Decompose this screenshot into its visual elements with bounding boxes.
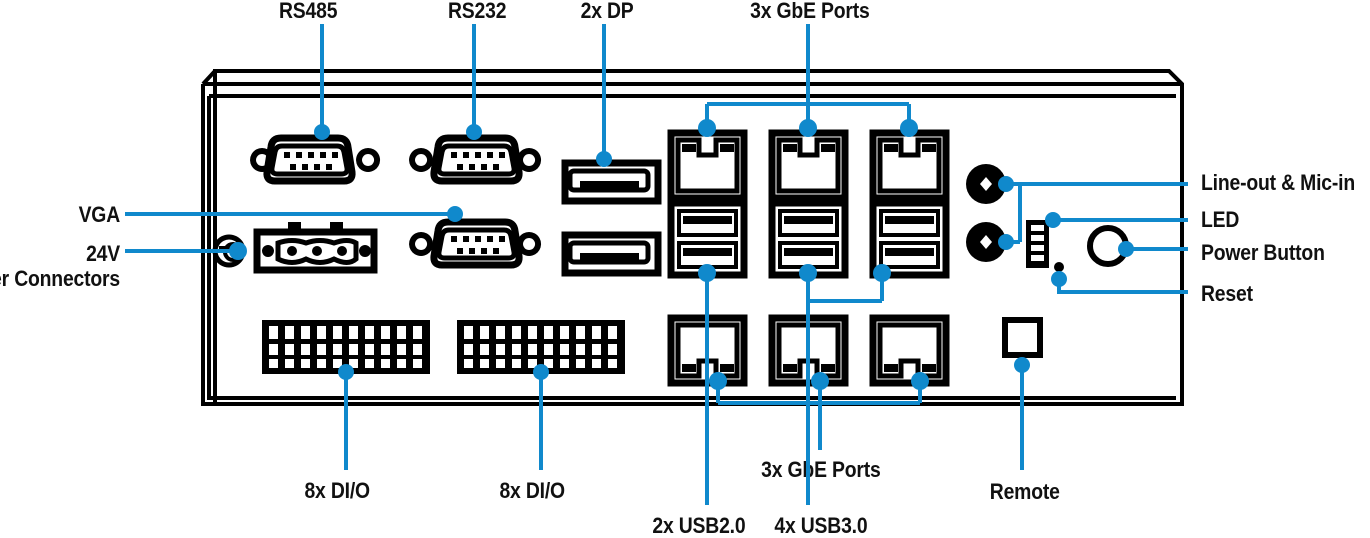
led-indicator-strip xyxy=(1026,220,1049,268)
leader-reset xyxy=(1051,271,1188,294)
leader-remote xyxy=(1014,357,1030,470)
leader-vga xyxy=(125,206,463,222)
port-rs232[interactable] xyxy=(409,134,542,185)
port-displayport-2[interactable] xyxy=(561,231,662,277)
leader-gbe-top xyxy=(698,24,918,137)
port-vga[interactable] xyxy=(409,218,542,269)
reset-pinhole[interactable] xyxy=(1054,262,1064,272)
leader-dio-left xyxy=(338,364,354,470)
port-displayport-1[interactable] xyxy=(561,159,662,205)
leader-led xyxy=(1045,212,1188,228)
port-rj45-top-1[interactable] xyxy=(667,129,748,202)
port-rs485[interactable] xyxy=(250,134,381,185)
power-connector-24v[interactable] xyxy=(253,222,378,274)
leader-dio-right xyxy=(533,364,549,470)
usb-stack-3[interactable] xyxy=(869,199,950,279)
leader-power-button xyxy=(1118,241,1188,257)
port-rj45-top-3[interactable] xyxy=(869,129,950,202)
port-rj45-top-2[interactable] xyxy=(768,129,849,202)
remote-connector[interactable] xyxy=(1002,317,1043,358)
io-panel-diagram: RS485 RS232 2x DP 3x GbE Ports VGA 24V P… xyxy=(0,0,1370,538)
port-rj45-bottom-3[interactable] xyxy=(869,314,950,387)
panel-drawing xyxy=(125,24,1188,505)
